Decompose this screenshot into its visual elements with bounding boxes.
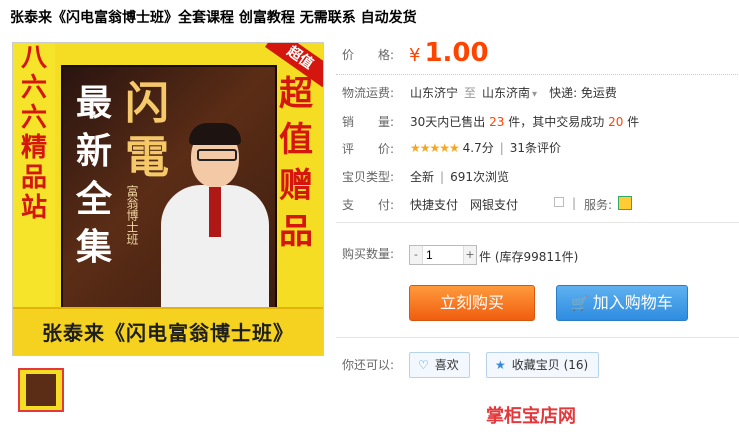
sales-prefix: 30天内已售出 (410, 115, 486, 129)
item-condition: 全新 (410, 170, 435, 184)
box-title-small: 富翁博士班 (125, 185, 139, 245)
stock-info: 件 (库存99811件) (479, 250, 579, 264)
price-label: 价 格: (342, 48, 395, 62)
box-char: 集 (75, 226, 112, 268)
sales-mid: 件，其中交易成功 (508, 115, 605, 129)
price-value: ¥1.00 (409, 38, 489, 68)
divider (336, 222, 739, 223)
box-title: 闪電 富翁博士班 (125, 77, 169, 249)
service-label: 服务: (584, 198, 613, 212)
banner-char: 八 (20, 43, 47, 73)
rating-stars-icon: ★★★★★ (410, 141, 460, 155)
favorite-label: 收藏宝贝 (16) (511, 358, 589, 372)
payment-methods: 快捷支付 网银支付 (410, 198, 519, 212)
bottom-banner-text: 张泰来《闪电富翁博士班》 (42, 321, 294, 345)
heart-icon: ♡ (418, 358, 429, 372)
currency-symbol: ¥ (409, 45, 421, 66)
banner-char: 精 (20, 133, 47, 163)
right-char: 品 (279, 212, 313, 252)
banner-char: 站 (20, 193, 47, 223)
quantity-decrease-button[interactable]: - (410, 246, 423, 264)
favorite-button[interactable]: ★ 收藏宝贝 (16) (486, 352, 600, 378)
quantity-increase-button[interactable]: + (463, 246, 476, 264)
buy-now-button[interactable]: 立刻购买 (409, 285, 535, 321)
presenter-photo (161, 123, 269, 317)
type-info: 全新 | 691次浏览 (410, 170, 509, 184)
product-box-art: 最 新 全 集 闪電 富翁博士班 (61, 65, 277, 324)
like-button[interactable]: ♡ 喜欢 (409, 352, 470, 378)
sales-info: 30天内已售出 23 件，其中交易成功 20 件 (410, 113, 639, 130)
shipping-info: 山东济宁至山东济南 ▾ 快递: 免运费 (410, 84, 617, 101)
like-label: 喜欢 (434, 358, 459, 372)
right-char: 值 (279, 120, 313, 160)
add-to-cart-label: 加入购物车 (592, 293, 673, 312)
type-label: 宝贝类型: (342, 170, 395, 184)
banner-char: 六 (20, 73, 47, 103)
box-char: 全 (75, 178, 112, 220)
expand-icon[interactable] (554, 197, 564, 207)
product-thumbnail[interactable] (18, 368, 64, 412)
banner-char: 六 (20, 103, 47, 133)
ship-to-select[interactable]: 山东济南 (482, 86, 530, 100)
chevron-down-icon[interactable]: ▾ (532, 89, 537, 100)
cart-icon: 🛒 (571, 296, 589, 312)
page-title: 张泰来《闪电富翁博士班》全套课程 创富教程 无需联系 自动发货 (10, 10, 417, 26)
image-bottom-banner: 张泰来《闪电富翁博士班》 (13, 307, 323, 355)
image-left-banner: 八 六 六 精 品 站 (13, 43, 55, 325)
service-badge-icon[interactable] (618, 196, 632, 210)
divider (336, 74, 739, 75)
quantity-input[interactable] (424, 247, 466, 263)
ship-sep: 至 (464, 86, 477, 100)
box-title-big: 闪電 (125, 78, 169, 183)
view-count: 691次浏览 (450, 170, 509, 184)
rating-label: 评 价: (342, 142, 395, 156)
divider (336, 337, 739, 338)
rating-count-link[interactable]: 31条评价 (510, 141, 561, 155)
sales-suffix: 件 (627, 115, 640, 129)
price-amount: 1.00 (424, 38, 489, 68)
box-char: 新 (75, 130, 112, 172)
rating-score: 4.7分 (462, 141, 494, 155)
sales-sold-count: 23 (489, 115, 505, 129)
box-left-text: 最 新 全 集 (69, 79, 119, 271)
box-char: 最 (75, 82, 112, 124)
add-to-cart-button[interactable]: 🛒 加入购物车 (556, 285, 688, 321)
actions-label: 你还可以: (342, 358, 395, 372)
right-char: 赠 (279, 166, 313, 206)
shop-link[interactable]: 掌柜宝店网 (486, 402, 576, 428)
star-icon: ★ (495, 358, 506, 372)
shipping-label: 物流运费: (342, 86, 395, 100)
rating-info: ★★★★★ 4.7分 | 31条评价 (410, 141, 562, 155)
image-right-text: 超 值 赠 品 (275, 71, 317, 255)
banner-char: 品 (20, 163, 47, 193)
payment-label: 支 付: (342, 198, 395, 212)
sales-label: 销 量: (342, 115, 395, 129)
shipping-fee: 快递: 免运费 (549, 86, 617, 100)
quantity-stepper: - + (409, 245, 477, 265)
quantity-label: 购买数量: (342, 247, 395, 261)
ship-from: 山东济宁 (410, 86, 459, 100)
sales-success-count: 20 (608, 115, 624, 129)
product-main-image[interactable]: 八 六 六 精 品 站 最 新 全 集 闪電 富翁博士班 超 值 赠 品 超值 (12, 42, 324, 356)
